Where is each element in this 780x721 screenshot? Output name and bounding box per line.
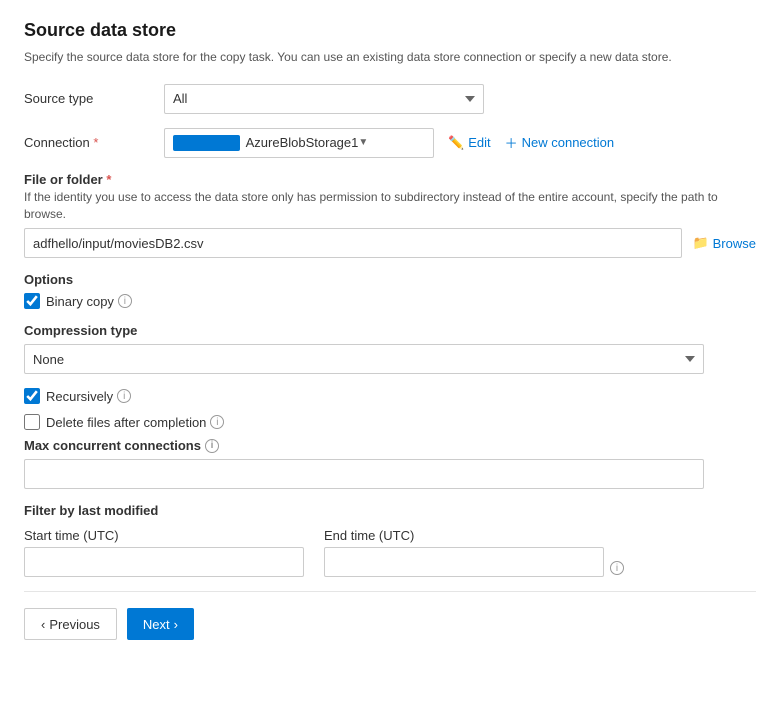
plus-icon: ＋ (505, 133, 518, 152)
max-connections-label: Max concurrent connections i (24, 438, 756, 453)
storage-icon (173, 135, 240, 151)
end-time-input[interactable] (324, 547, 604, 577)
file-folder-label: File or folder (24, 172, 756, 187)
compression-label: Compression type (24, 323, 756, 338)
new-connection-button[interactable]: ＋ New connection (505, 133, 615, 152)
previous-button[interactable]: ‹ Previous (24, 608, 117, 640)
page-title: Source data store (24, 20, 756, 41)
file-folder-row: 📁 Browse (24, 228, 756, 258)
compression-select[interactable]: NoneGZipDeflateBZip2ZipDeflateTarGZipTar… (24, 344, 704, 374)
delete-files-info-icon: i (210, 415, 224, 429)
max-connections-section: Max concurrent connections i (24, 438, 756, 489)
delete-files-checkbox[interactable] (24, 414, 40, 430)
compression-section: Compression type NoneGZipDeflateBZip2Zip… (24, 323, 756, 374)
footer: ‹ Previous Next › (24, 591, 756, 640)
max-connections-input[interactable] (24, 459, 704, 489)
end-time-col: End time (UTC) i (324, 528, 624, 577)
source-type-row: Source type AllAzure Blob StorageAzure S… (24, 84, 756, 114)
recursively-label: Recursively i (46, 389, 131, 404)
delete-files-row: Delete files after completion i (24, 414, 756, 430)
binary-copy-info-icon: i (118, 294, 132, 308)
filter-row: Start time (UTC) End time (UTC) i (24, 528, 756, 577)
connection-value: AzureBlobStorage1 (246, 135, 359, 150)
start-time-col: Start time (UTC) (24, 528, 304, 577)
connection-controls: AzureBlobStorage1 ▼ ✏️ Edit ＋ New connec… (164, 128, 614, 158)
folder-icon: 📁 (692, 235, 708, 251)
chevron-left-icon: ‹ (41, 617, 45, 632)
delete-files-label: Delete files after completion i (46, 415, 224, 430)
recursively-row: Recursively i (24, 388, 756, 404)
max-connections-info-icon: i (205, 439, 219, 453)
binary-copy-row: Binary copy i (24, 293, 756, 309)
file-folder-section: File or folder If the identity you use t… (24, 172, 756, 259)
next-button[interactable]: Next › (127, 608, 194, 640)
chevron-down-icon: ▼ (358, 137, 425, 148)
filter-section: Filter by last modified Start time (UTC)… (24, 503, 756, 577)
connection-select[interactable]: AzureBlobStorage1 ▼ (164, 128, 434, 158)
recursively-checkbox[interactable] (24, 388, 40, 404)
pencil-icon: ✏️ (448, 135, 464, 151)
chevron-right-icon: › (174, 617, 178, 632)
page-description: Specify the source data store for the co… (24, 49, 756, 66)
end-time-label: End time (UTC) (324, 528, 604, 543)
edit-button[interactable]: ✏️ Edit (444, 135, 495, 151)
recursively-info-icon: i (117, 389, 131, 403)
connection-label: Connection (24, 135, 164, 150)
file-folder-input[interactable] (24, 228, 682, 258)
options-section: Options Binary copy i (24, 272, 756, 309)
file-folder-description: If the identity you use to access the da… (24, 189, 756, 223)
browse-button[interactable]: 📁 Browse (692, 235, 756, 251)
binary-copy-checkbox[interactable] (24, 293, 40, 309)
start-time-label: Start time (UTC) (24, 528, 304, 543)
end-time-info-icon: i (610, 561, 624, 575)
filter-label: Filter by last modified (24, 503, 756, 518)
start-time-input[interactable] (24, 547, 304, 577)
binary-copy-label: Binary copy i (46, 294, 132, 309)
source-type-select[interactable]: AllAzure Blob StorageAzure SQL DatabaseA… (164, 84, 484, 114)
connection-row: Connection AzureBlobStorage1 ▼ ✏️ Edit ＋… (24, 128, 756, 158)
source-type-label: Source type (24, 91, 164, 106)
options-label: Options (24, 272, 756, 287)
